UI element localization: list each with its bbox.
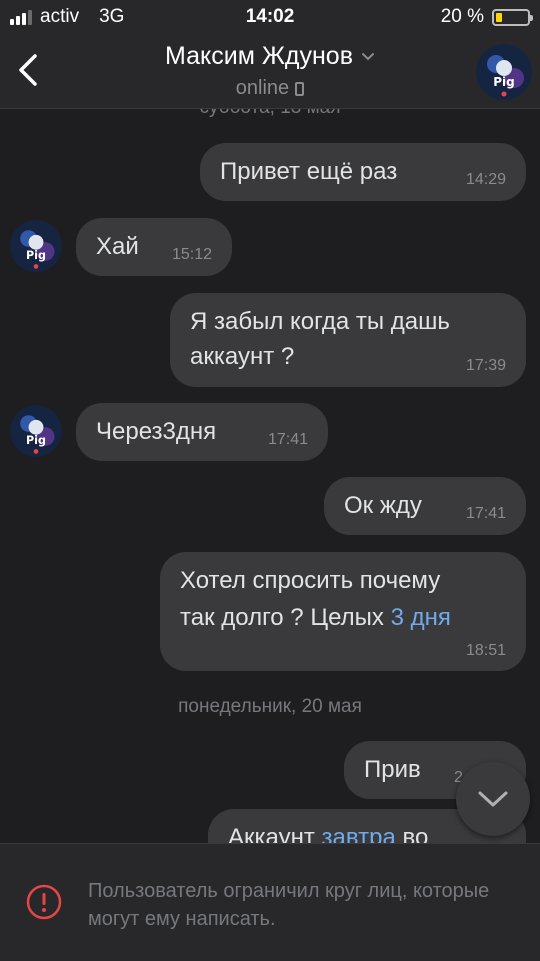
message-text: Через3дня	[96, 418, 217, 445]
scroll-down-icon	[478, 791, 508, 807]
message-link[interactable]: 3 дня	[391, 604, 451, 631]
message-time: 14:29	[465, 171, 506, 188]
message-text: Ок жду	[344, 492, 422, 519]
message-text: Прив	[364, 756, 421, 783]
svg-text:Pig: Pig	[26, 434, 46, 447]
online-status-text: online	[235, 77, 290, 99]
message-text: Я забыл когда ты дашь	[190, 308, 450, 335]
battery-percent: 20 %	[440, 6, 484, 27]
message-text-tail: во	[395, 824, 429, 843]
message-time: 17:39	[465, 357, 506, 374]
warning-icon	[26, 884, 62, 920]
message-outgoing[interactable]: Привет ещё раз 14:29	[200, 143, 526, 201]
message-outgoing[interactable]: Хотел спросить почему так долго ? Целых …	[160, 552, 526, 671]
avatar-image: Pig	[10, 220, 62, 272]
date-separator: понедельник, 20 мая	[178, 696, 362, 717]
sender-avatar[interactable]: Pig	[10, 220, 62, 272]
svg-text:Pig: Pig	[493, 75, 515, 89]
message-text-part: так долго ? Целых	[180, 604, 391, 631]
avatar-image: Pig	[476, 44, 532, 100]
message-list[interactable]: суббота, 18 мая Привет ещё раз 14:29 Pig…	[0, 109, 540, 843]
chevron-down-icon	[362, 52, 374, 60]
message-time: 18:51	[465, 642, 506, 659]
message-time: 17:41	[267, 431, 308, 448]
restriction-text: Пользователь ограничил круг лиц, которые…	[88, 880, 490, 930]
status-bar: activ 3G 14:02 20 %	[0, 0, 540, 36]
message-text: Аккаунт завтра во	[228, 824, 428, 843]
date-separator: суббота, 18 мая	[0, 109, 540, 119]
message-text: Привет ещё раз	[220, 158, 398, 185]
sender-avatar[interactable]: Pig	[10, 405, 62, 457]
message-text: Хай	[96, 233, 139, 260]
contact-avatar[interactable]: Pig	[476, 44, 532, 100]
message-text-part: Аккаунт	[228, 824, 322, 843]
message-text-line2: аккаунт ?	[190, 343, 295, 370]
message-incoming[interactable]: Хай 15:12	[76, 218, 232, 276]
message-outgoing[interactable]: Ок жду 17:41	[324, 477, 526, 535]
svg-text:Pig: Pig	[26, 249, 46, 262]
chat-header: Максим Ждунов online Pig	[0, 36, 540, 109]
scroll-down-button[interactable]	[456, 762, 530, 836]
online-status: online	[235, 77, 305, 100]
message-incoming[interactable]: Через3дня 17:41	[76, 403, 328, 461]
message-time: 15:12	[171, 246, 212, 263]
contact-name: Максим Ждунов	[165, 42, 353, 70]
restriction-notice: Пользователь ограничил круг лиц, которые…	[0, 843, 540, 961]
message-time: 17:41	[465, 505, 506, 522]
message-outgoing[interactable]: Я забыл когда ты дашь аккаунт ? 17:39	[170, 293, 526, 387]
message-link[interactable]: завтра	[322, 824, 396, 843]
contact-name-button[interactable]: Максим Ждунов	[165, 42, 375, 71]
avatar-image: Pig	[10, 405, 62, 457]
phone-icon	[295, 81, 305, 96]
message-text-line2: так долго ? Целых 3 дня	[180, 604, 451, 632]
message-text: Хотел спросить почему	[180, 567, 441, 594]
battery-icon	[492, 8, 533, 26]
